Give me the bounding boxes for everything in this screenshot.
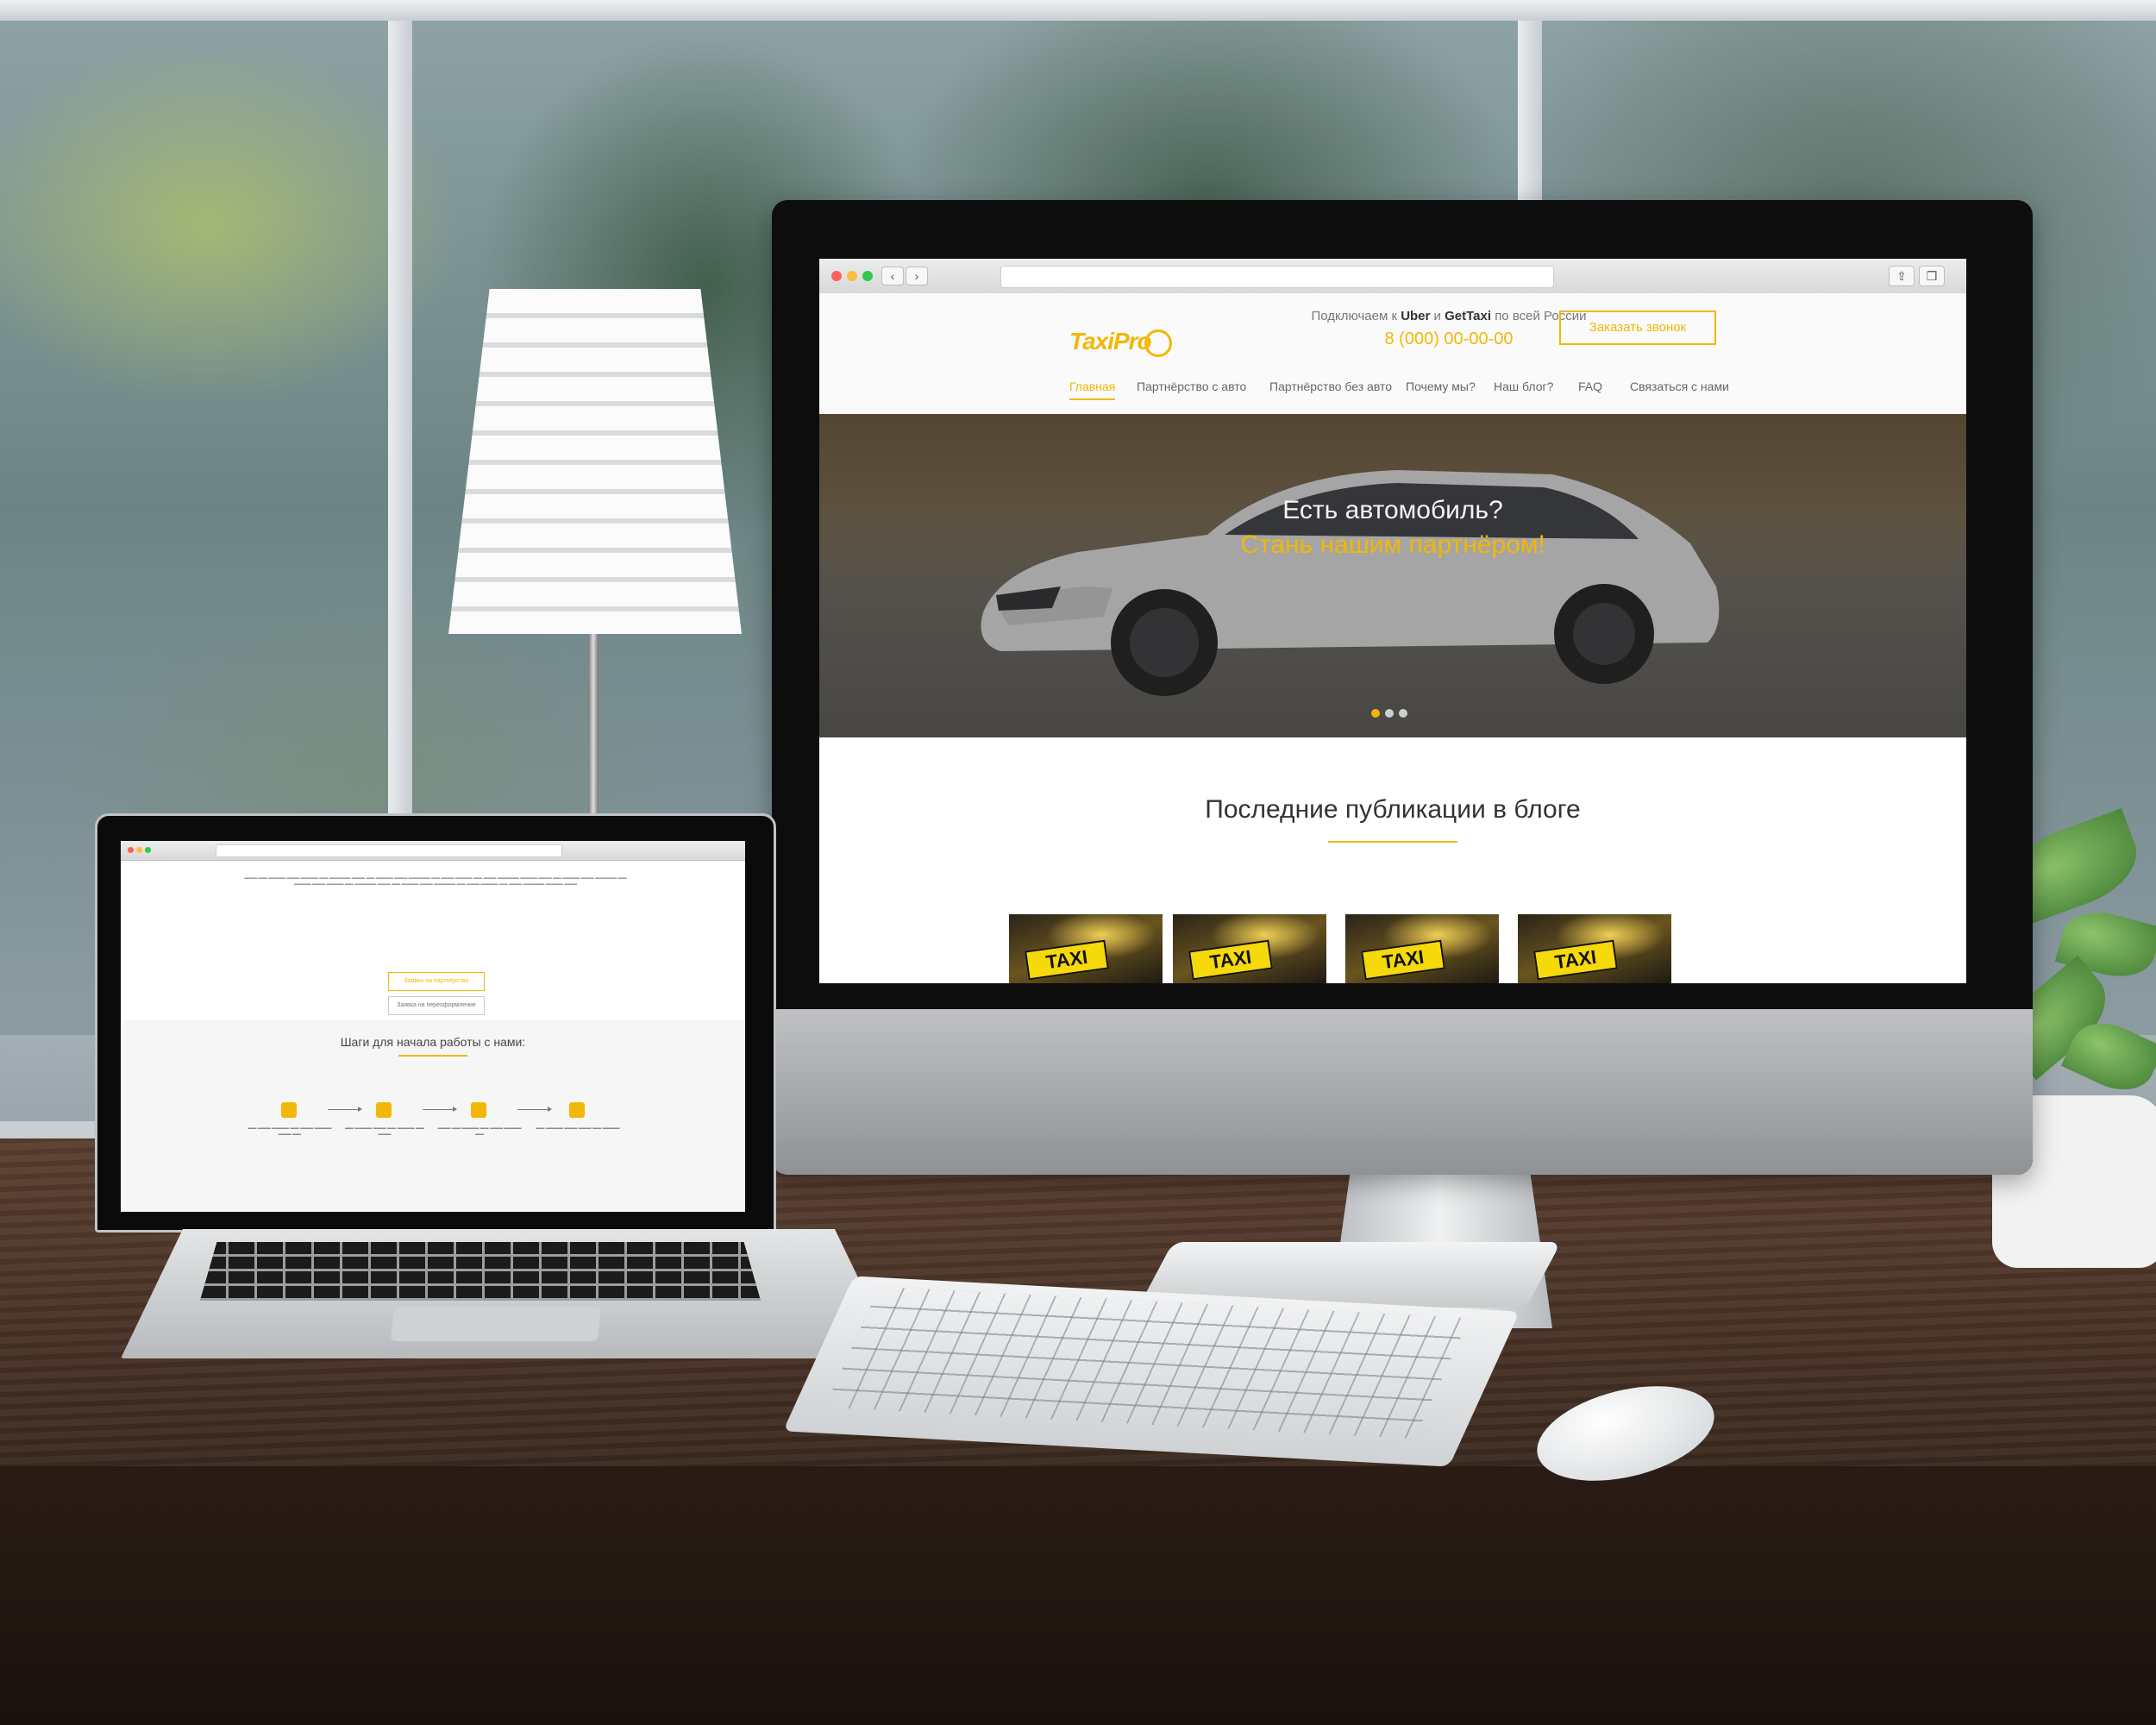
steps-title-underline (398, 1055, 467, 1057)
hero-dim-overlay (819, 414, 1966, 737)
minimize-window-icon[interactable] (847, 271, 857, 281)
apple-logo-icon (1292, 1038, 1338, 1095)
forward-arrow-icon[interactable]: › (906, 267, 928, 285)
steps-section (121, 1020, 745, 1212)
logo-ring-icon (1144, 329, 1172, 357)
blog-post-thumbnail[interactable]: TAXI (1009, 914, 1163, 983)
close-window-icon[interactable] (128, 847, 134, 853)
hero-slider: Есть автомобиль? Стань нашим партнёром! (819, 414, 1966, 737)
close-window-icon[interactable] (831, 271, 842, 281)
menu-item-partnership-without-car[interactable]: Партнёрство без авто (1269, 380, 1392, 393)
handshake-icon (569, 1102, 585, 1118)
hero-subheading: Стань нашим партнёром! (1240, 530, 1545, 559)
step-description: ▬▬ ▬▬▬ ▬▬▬▬ ▬▬ ▬▬▬ ▬▬▬▬ ▬▬▬ ▬▬ (248, 1126, 332, 1137)
calendar-icon (471, 1102, 486, 1118)
user-icon (376, 1102, 392, 1118)
imac-chin (772, 1009, 2033, 1175)
slider-dot[interactable] (1399, 709, 1407, 718)
steps-title: Шаги для начала работы с нами: (340, 1035, 526, 1049)
address-bar[interactable] (1000, 266, 1554, 288)
blog-post-thumbnail[interactable]: TAXI (1518, 914, 1671, 983)
taxi-sign-image: TAXI (1025, 939, 1109, 981)
macbook-screen: ▬▬▬ ▬▬ ▬▬▬▬ ▬▬▬ ▬▬▬▬ ▬▬ ▬▬▬▬▬ ▬▬▬ ▬▬ ▬▬▬… (121, 841, 745, 1212)
slider-dot[interactable] (1371, 709, 1380, 718)
share-icon[interactable]: ⇪ (1889, 266, 1915, 286)
menu-item-faq[interactable]: FAQ (1578, 380, 1602, 393)
logo-text: TaxiPro (1069, 328, 1152, 354)
lorem-paragraph: ▬▬▬ ▬▬ ▬▬▬▬ ▬▬▬ ▬▬▬▬ ▬▬ ▬▬▬▬▬ ▬▬▬ ▬▬ ▬▬▬… (244, 875, 627, 887)
blog-title-underline (1328, 841, 1457, 843)
browser-toolbar: ‹ › ⇪ ❐ (819, 259, 1966, 294)
window-frame (0, 0, 2156, 21)
hero-heading: Есть автомобиль? (1282, 496, 1503, 524)
blog-section-title: Последние публикации в блоге (1205, 795, 1581, 824)
site-header: TaxiPro Подключаем к Uber и GetTaxi по в… (819, 293, 1966, 415)
arrow-right-icon (328, 1107, 362, 1112)
workspace-scene: ‹ › ⇪ ❐ TaxiPro Подключаем к Uber и GetT… (0, 0, 2156, 1725)
step-description: ▬▬ ▬▬▬▬ ▬▬▬ ▬▬ ▬▬▬▬ ▬▬ ▬▬▬ (345, 1126, 424, 1137)
desk-edge (0, 1466, 2156, 1725)
macbook-browser-toolbar (121, 841, 745, 861)
arrow-right-icon (423, 1107, 457, 1112)
tagline-prefix: Подключаем к (1311, 309, 1398, 323)
blog-post-thumbnail[interactable]: TAXI (1173, 914, 1326, 983)
blog-post-thumbnail[interactable]: TAXI (1345, 914, 1499, 983)
main-menu: Главная Партнёрство с авто Партнёрство б… (1052, 380, 1828, 405)
step-description: ▬▬▬ ▬▬ ▬▬▬▬ ▬▬ ▬▬▬ ▬▬▬▬ ▬▬ (437, 1126, 522, 1137)
taxipro-logo[interactable]: TaxiPro (1069, 328, 1172, 357)
menu-item-why-us[interactable]: Почему мы? (1406, 380, 1476, 393)
taxi-sign-image: TAXI (1361, 939, 1445, 981)
macbook-trackpad (390, 1307, 602, 1341)
tagline-gettaxi: GetTaxi (1445, 309, 1492, 323)
macbook-keyboard-rows (200, 1242, 761, 1301)
imac-screen: ‹ › ⇪ ❐ TaxiPro Подключаем к Uber и GetT… (819, 259, 1966, 983)
re-registration-request-button[interactable]: Заявка на переоформление (388, 996, 485, 1015)
callback-button[interactable]: Заказать звонок (1559, 310, 1716, 345)
menu-item-blog[interactable]: Наш блог? (1494, 380, 1553, 393)
tagline-and: и (1433, 309, 1441, 323)
taxi-sign-image: TAXI (1188, 939, 1273, 981)
menu-item-home[interactable]: Главная (1069, 380, 1116, 400)
tagline-uber: Uber (1401, 309, 1431, 323)
maximize-window-icon[interactable] (145, 847, 151, 853)
lamp-shade (448, 289, 742, 634)
maximize-window-icon[interactable] (862, 271, 873, 281)
step-description: ▬▬ ▬▬▬▬ ▬▬▬ ▬▬▬ ▬▬ ▬▬▬▬ (536, 1126, 620, 1131)
back-arrow-icon[interactable]: ‹ (881, 267, 904, 285)
tabs-icon[interactable]: ❐ (1919, 266, 1945, 286)
address-bar[interactable] (216, 844, 562, 857)
menu-item-partnership-with-car[interactable]: Партнёрство с авто (1137, 380, 1246, 393)
briefcase-icon (281, 1102, 297, 1118)
menu-item-contact[interactable]: Связаться с нами (1630, 380, 1729, 393)
taxi-sign-image: TAXI (1533, 939, 1618, 981)
apple-logo-icon (1613, 1408, 1639, 1433)
minimize-window-icon[interactable] (136, 847, 142, 853)
partnership-request-button[interactable]: Заявка на партнёрство (388, 972, 485, 991)
slider-dots (1371, 709, 1423, 721)
arrow-right-icon (517, 1107, 552, 1112)
slider-dot[interactable] (1385, 709, 1394, 718)
